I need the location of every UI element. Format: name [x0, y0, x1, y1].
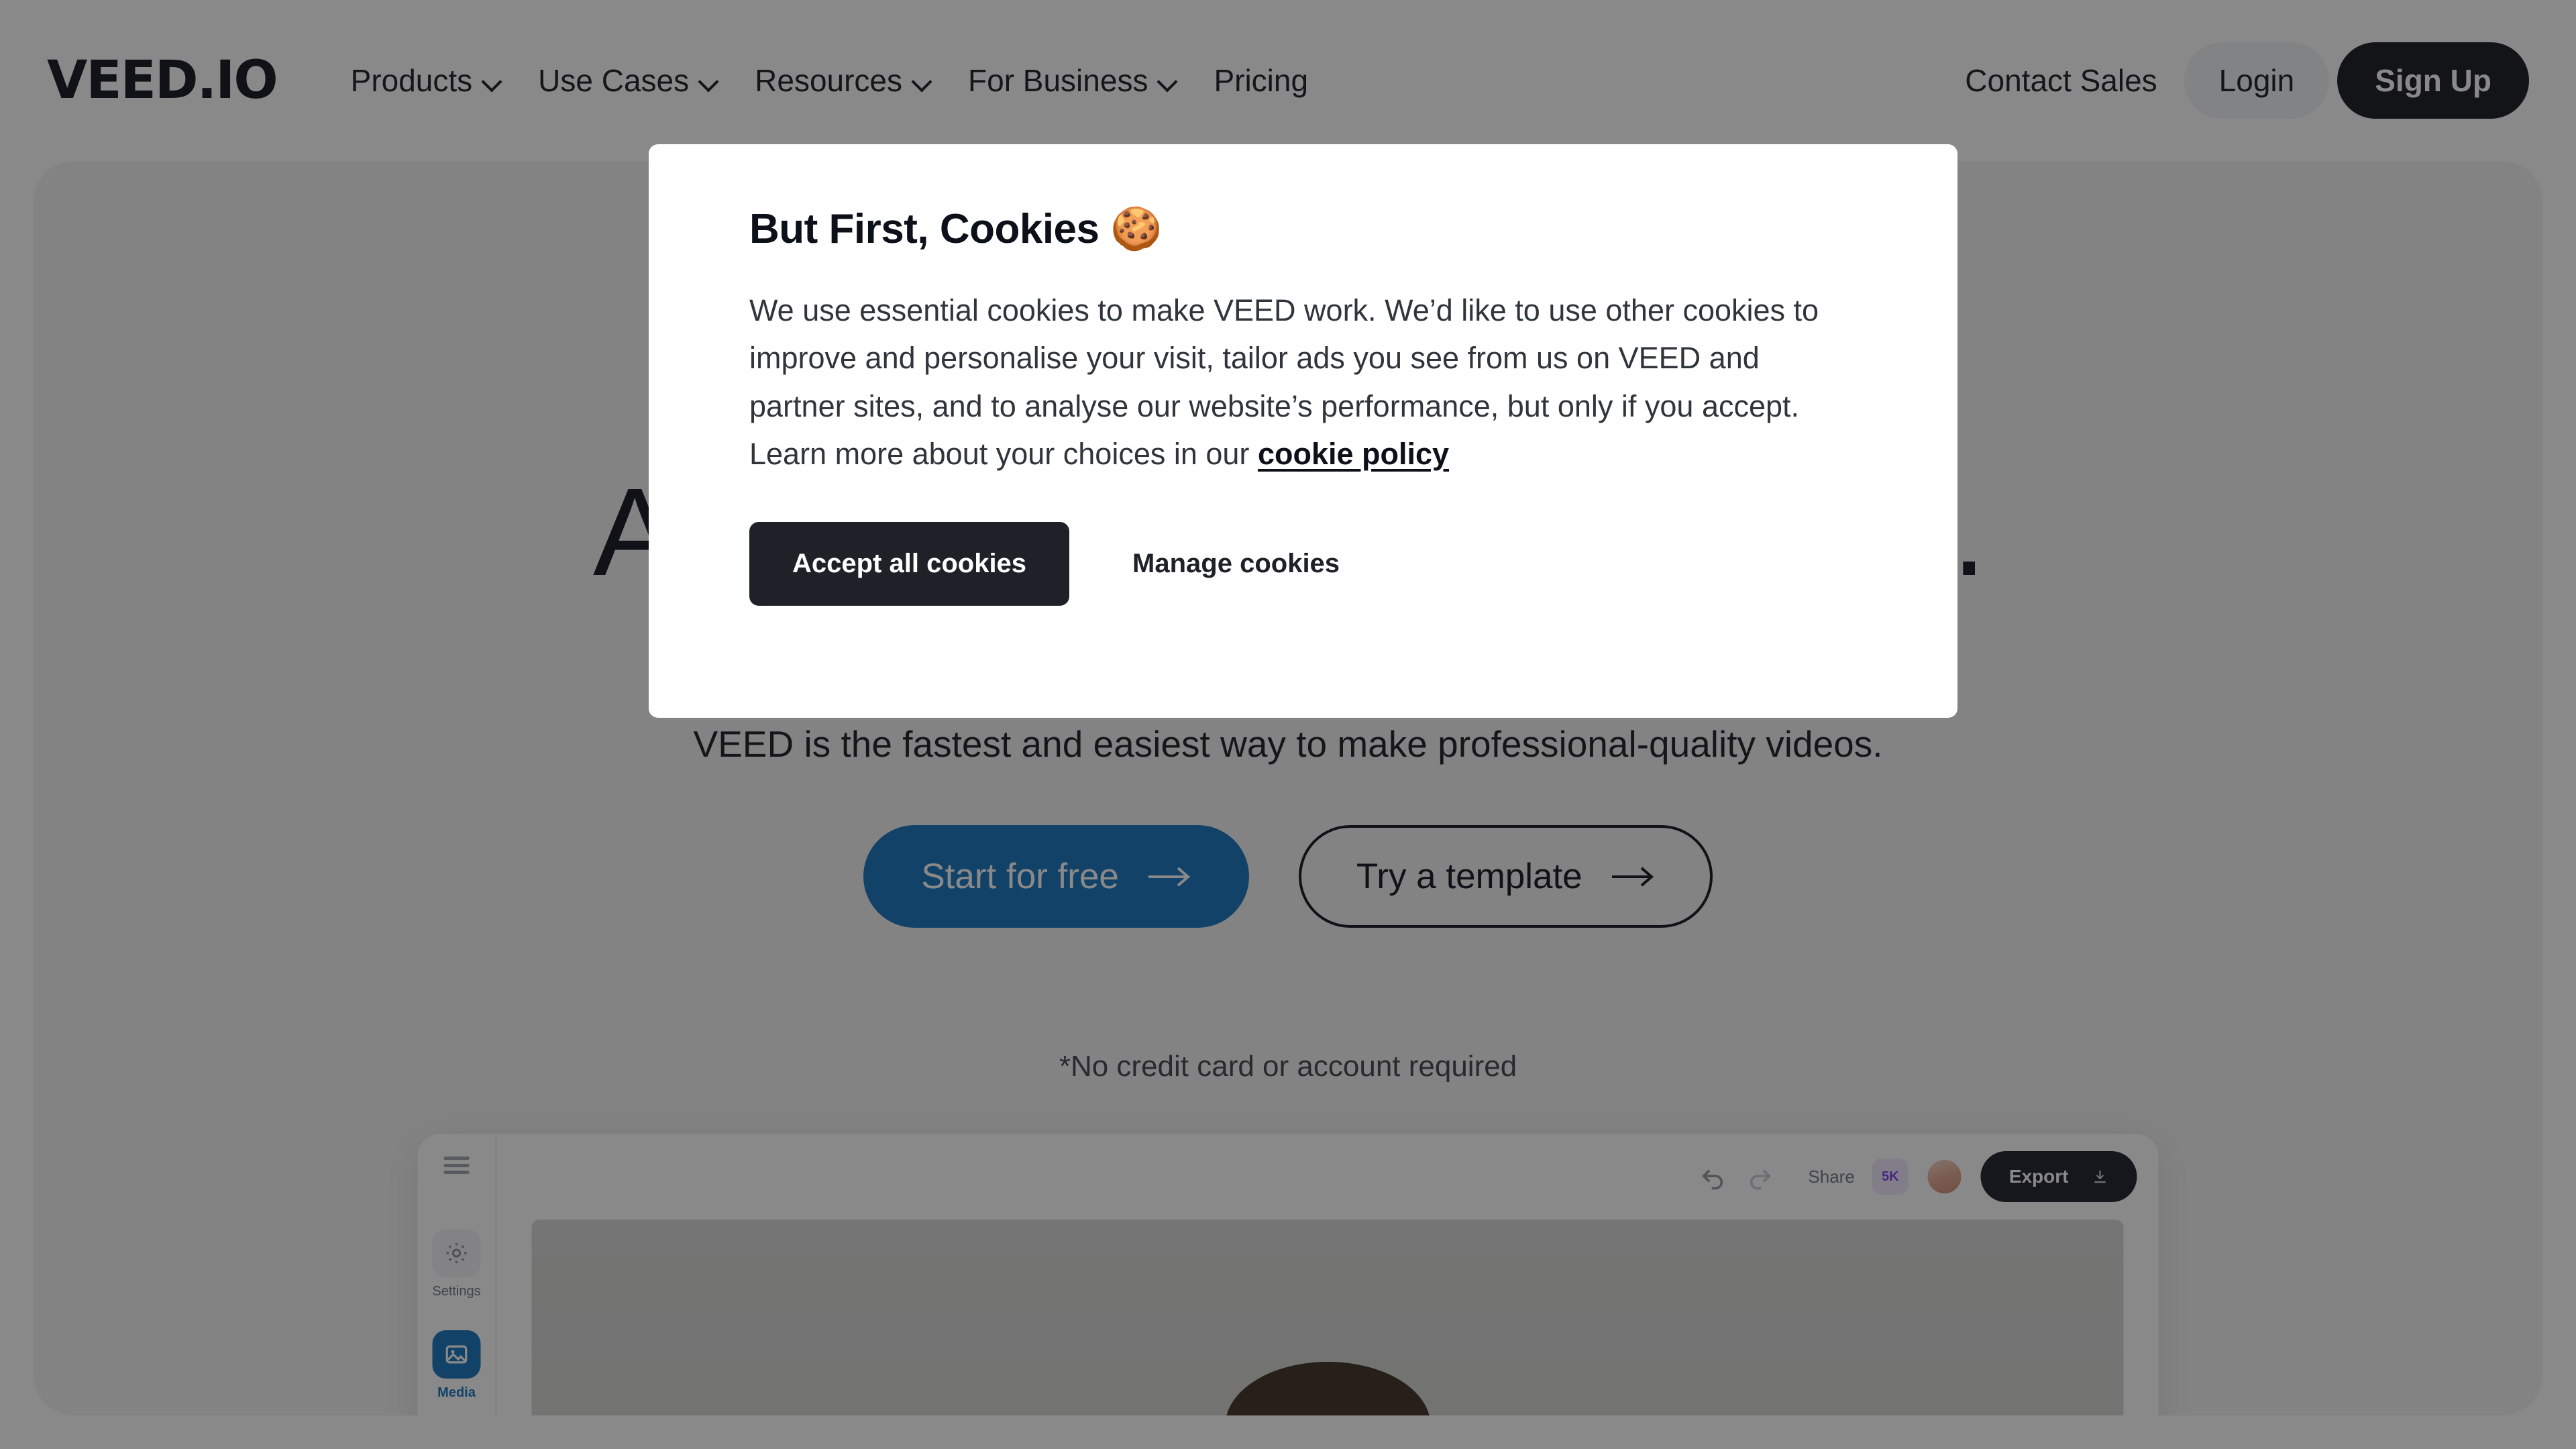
- cookie-dialog-title: But First, Cookies 🍪: [749, 206, 1162, 252]
- cookie-dialog-actions: Accept all cookies Manage cookies: [749, 521, 1857, 606]
- cookie-consent-dialog: But First, Cookies 🍪 We use essential co…: [649, 144, 1957, 718]
- cookie-dialog-body: We use essential cookies to make VEED wo…: [749, 286, 1857, 477]
- cookie-policy-link[interactable]: cookie policy: [1258, 437, 1449, 471]
- manage-cookies-button[interactable]: Manage cookies: [1130, 542, 1342, 586]
- accept-all-cookies-button[interactable]: Accept all cookies: [749, 521, 1070, 606]
